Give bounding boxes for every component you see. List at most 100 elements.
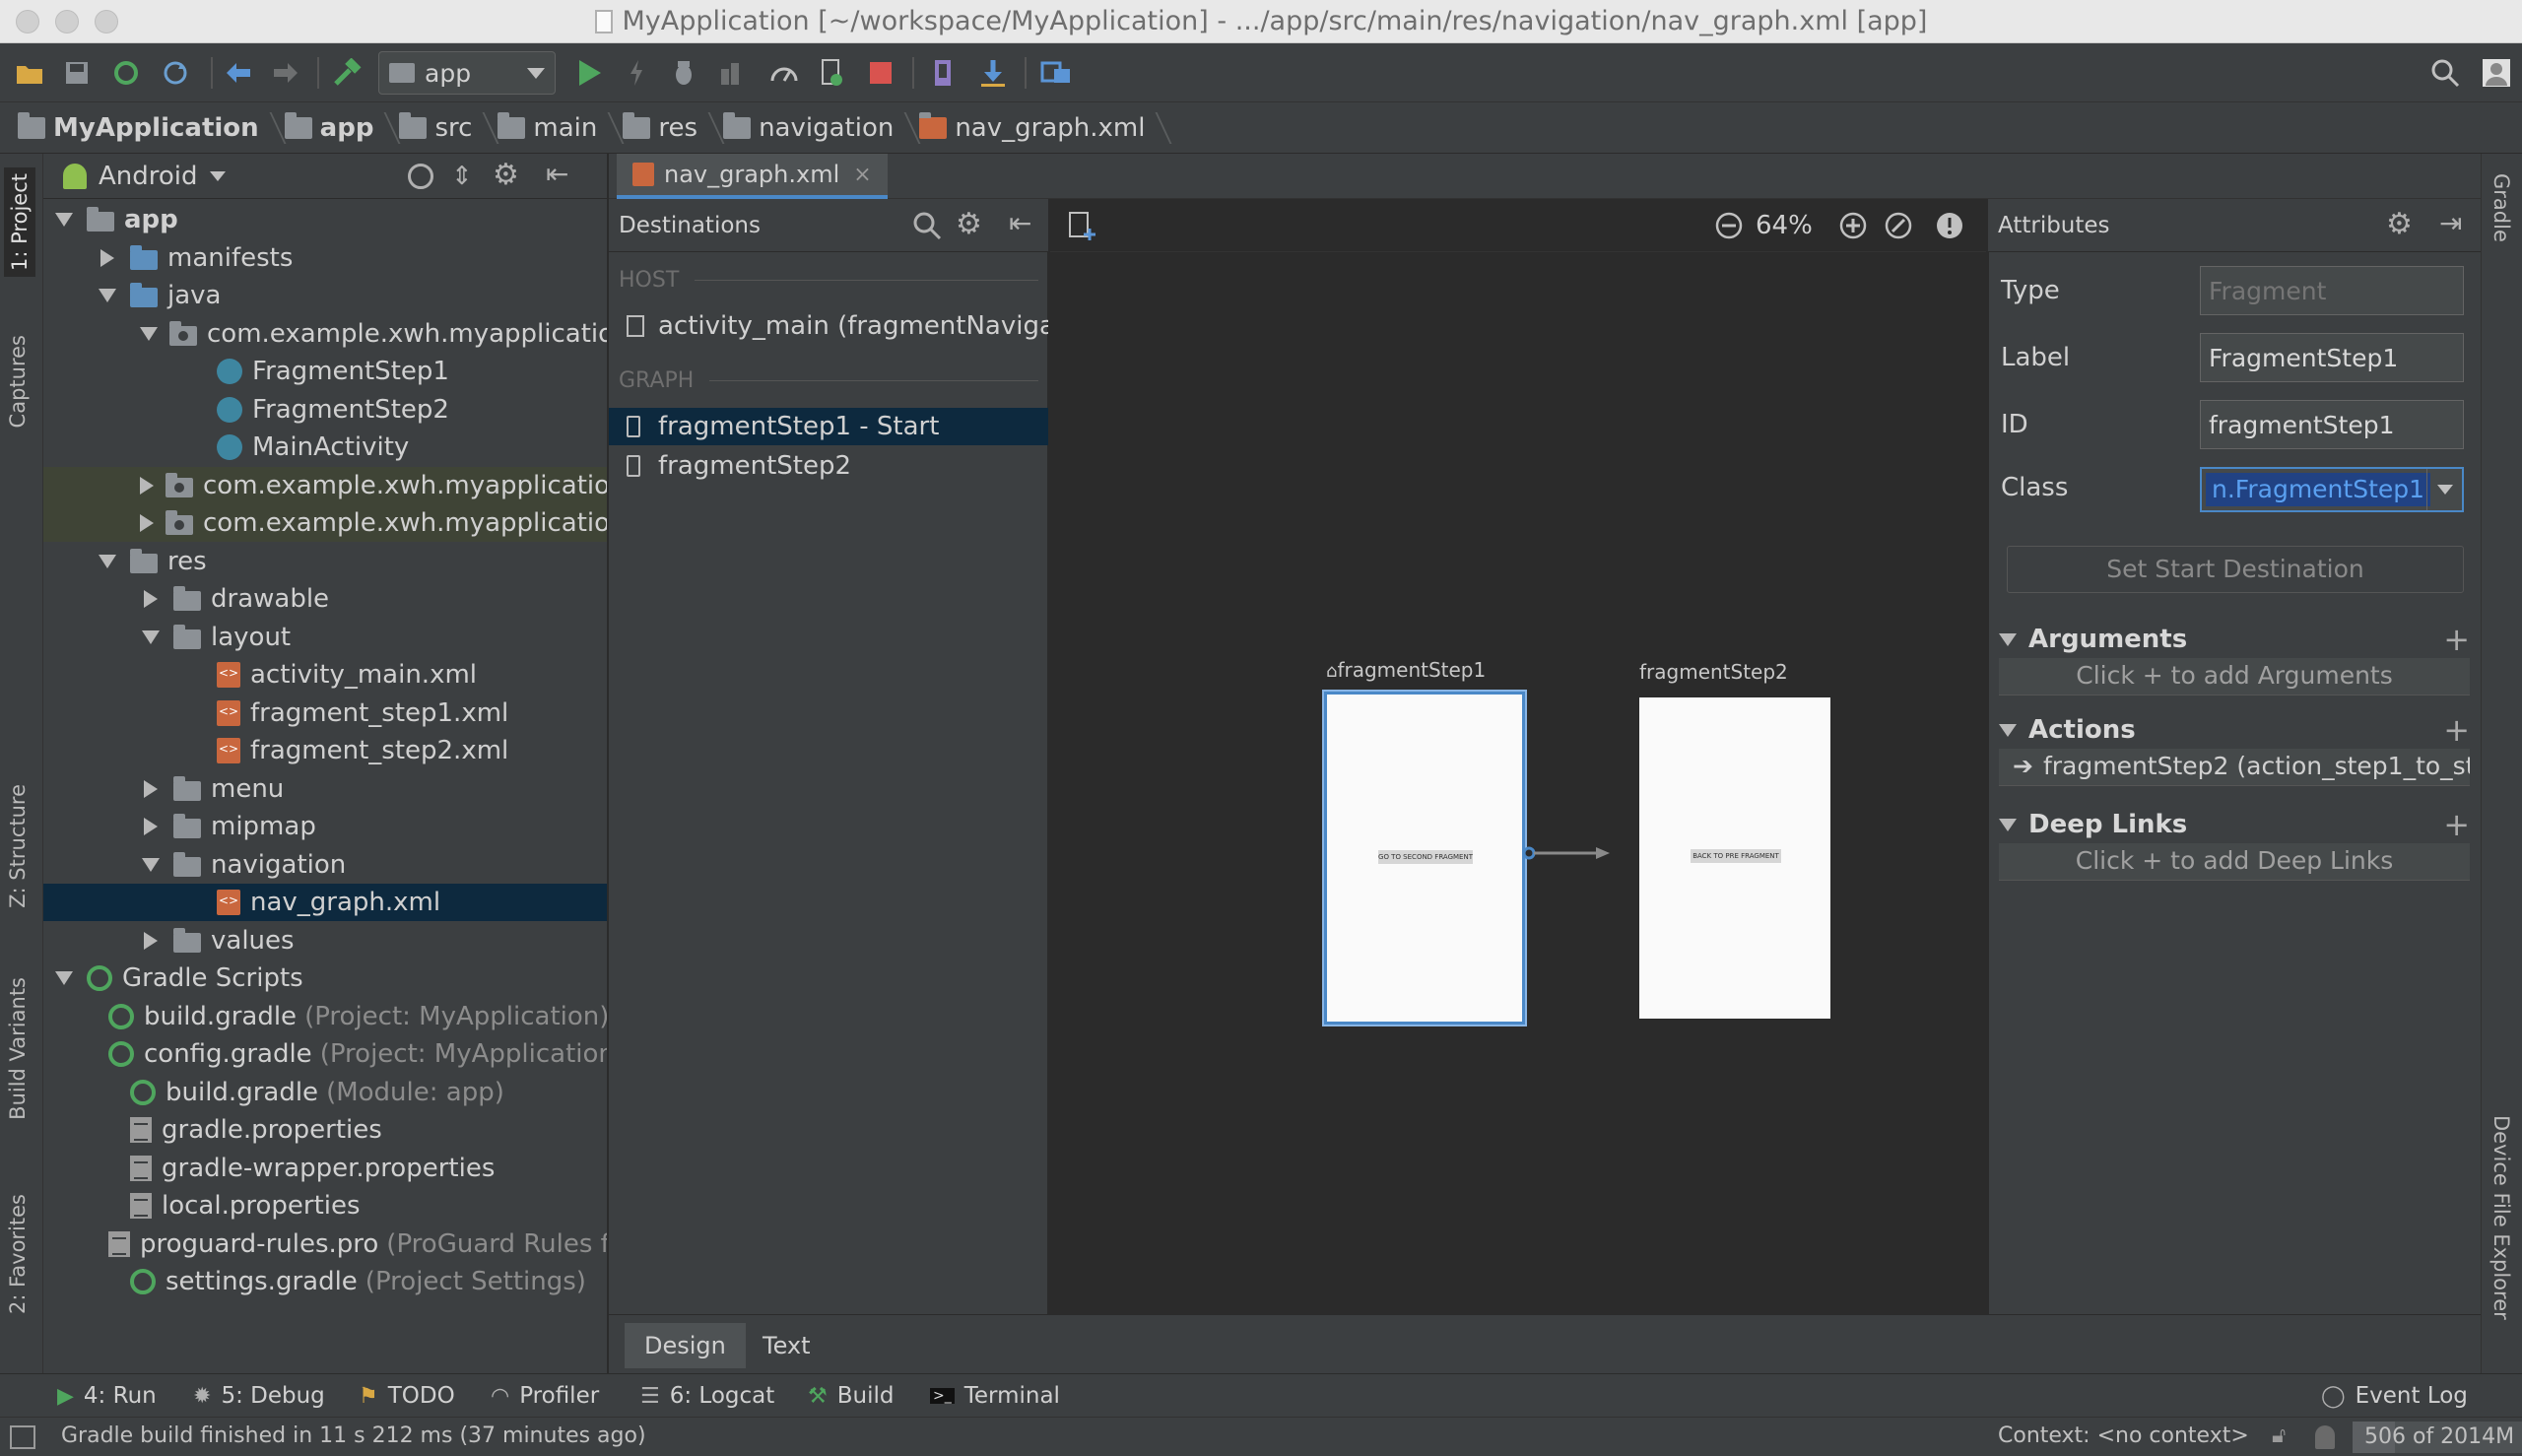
project-view-selector[interactable]: Android xyxy=(99,162,198,191)
chevron-down-icon[interactable] xyxy=(140,854,162,876)
tab-favorites[interactable]: 2: Favorites xyxy=(6,1194,30,1314)
tab-structure[interactable]: Z: Structure xyxy=(6,784,30,908)
chevron-right-icon[interactable] xyxy=(140,816,162,837)
tool-build[interactable]: ⚒ Build xyxy=(808,1380,894,1412)
sync-icon[interactable] xyxy=(108,55,144,91)
new-destination-icon[interactable] xyxy=(1068,211,1097,249)
actions-section[interactable]: Actions + xyxy=(1999,711,2470,749)
coverage-icon[interactable] xyxy=(713,55,749,91)
add-deep-link-icon[interactable]: + xyxy=(2443,806,2470,843)
tree-item[interactable]: settings.gradle (Project Settings) xyxy=(43,1263,607,1300)
zoom-out-icon[interactable] xyxy=(1714,211,1744,247)
breadcrumb-item-app[interactable]: app xyxy=(284,102,400,154)
chevron-down-icon[interactable] xyxy=(140,323,158,345)
settings-gear-icon[interactable]: ⚙ xyxy=(2386,207,2413,241)
chevron-right-icon[interactable] xyxy=(97,247,118,269)
add-action-icon[interactable]: + xyxy=(2443,711,2470,749)
hide-panel-icon[interactable]: ⇤ xyxy=(546,158,568,190)
tree-item[interactable]: activity_main.xml xyxy=(43,656,607,694)
settings-gear-icon[interactable]: ⚙ xyxy=(956,207,982,241)
chevron-down-icon[interactable] xyxy=(140,627,162,648)
tree-item[interactable]: nav_graph.xml xyxy=(43,884,607,921)
lock-icon[interactable]: 🔓︎ xyxy=(2272,1423,2286,1448)
tree-item[interactable]: app xyxy=(43,201,607,238)
set-start-destination-button[interactable]: Set Start Destination xyxy=(2007,546,2464,593)
destination-item-fragmentstep2[interactable]: fragmentStep2 xyxy=(609,447,1048,485)
chevron-right-icon[interactable] xyxy=(140,588,162,610)
device-mirror-icon[interactable] xyxy=(1038,55,1074,91)
tree-item[interactable]: fragment_step2.xml xyxy=(43,732,607,769)
chevron-right-icon[interactable] xyxy=(140,930,162,952)
hide-panel-icon[interactable]: ⇤ xyxy=(1009,207,1031,239)
avd-manager-icon[interactable] xyxy=(926,55,962,91)
attach-debugger-icon[interactable] xyxy=(814,55,849,91)
tool-run[interactable]: ▶ 4: Run xyxy=(57,1380,157,1412)
open-folder-icon[interactable] xyxy=(12,55,47,91)
tree-item[interactable]: mipmap xyxy=(43,808,607,845)
build-hammer-icon[interactable] xyxy=(329,55,365,91)
action-arrow[interactable] xyxy=(1523,843,1612,863)
save-icon[interactable] xyxy=(59,55,95,91)
run-configuration-select[interactable]: app xyxy=(378,51,556,95)
chevron-right-icon[interactable] xyxy=(140,512,154,534)
chevron-down-icon[interactable] xyxy=(97,551,118,572)
user-account-icon[interactable] xyxy=(2479,55,2514,91)
tab-build-variants[interactable]: Build Variants xyxy=(6,977,30,1120)
inspector-icon[interactable] xyxy=(2315,1425,2335,1449)
tree-item[interactable]: fragment_step1.xml xyxy=(43,695,607,732)
tree-item[interactable]: gradle.properties xyxy=(43,1111,607,1149)
toggle-tool-windows-icon[interactable] xyxy=(10,1425,35,1449)
tree-item[interactable]: FragmentStep2 xyxy=(43,391,607,429)
fragment-step2-preview[interactable]: BACK TO PRE FRAGMENT xyxy=(1639,697,1830,1019)
tab-text[interactable]: Text xyxy=(743,1323,830,1368)
memory-indicator[interactable]: 506 of 2014M xyxy=(2353,1422,2522,1453)
tool-todo[interactable]: ⚑ TODO xyxy=(359,1380,455,1412)
tool-debug[interactable]: ✹ 5: Debug xyxy=(193,1380,325,1412)
collapse-all-icon[interactable]: ⇕ xyxy=(451,162,473,191)
tree-item[interactable]: values xyxy=(43,922,607,960)
host-item[interactable]: activity_main (fragmentNavigatic xyxy=(609,307,1048,345)
search-icon[interactable] xyxy=(2427,55,2463,91)
tree-item[interactable]: gradle-wrapper.properties xyxy=(43,1150,607,1187)
navigation-graph-canvas[interactable]: ⌂fragmentStep1 GO TO SECOND FRAGMENT fra… xyxy=(1050,252,1986,1314)
tree-item[interactable]: com.example.xwh.myapplication(t xyxy=(43,504,607,542)
sdk-manager-icon[interactable] xyxy=(975,55,1011,91)
debug-icon[interactable] xyxy=(666,55,701,91)
breadcrumb-item-res[interactable]: res xyxy=(623,102,723,154)
locate-icon[interactable] xyxy=(408,164,433,189)
tree-item[interactable]: MainActivity xyxy=(43,429,607,466)
warning-icon[interactable] xyxy=(1935,211,1964,247)
type-field[interactable] xyxy=(2200,266,2464,315)
forward-arrow-icon[interactable] xyxy=(268,55,303,91)
tab-design[interactable]: Design xyxy=(625,1323,746,1368)
close-tab-icon[interactable]: × xyxy=(853,163,871,187)
tree-item[interactable]: build.gradle (Project: MyApplication) xyxy=(43,998,607,1035)
stop-icon[interactable] xyxy=(863,55,898,91)
chevron-down-icon[interactable] xyxy=(53,967,75,989)
chevron-down-icon[interactable] xyxy=(209,170,226,181)
back-arrow-icon[interactable] xyxy=(221,55,256,91)
tool-profiler[interactable]: ◠ Profiler xyxy=(491,1380,599,1412)
destination-item-fragmentstep1[interactable]: fragmentStep1 - Start xyxy=(609,408,1048,445)
arguments-section[interactable]: Arguments + xyxy=(1999,621,2470,658)
refresh-icon[interactable] xyxy=(158,55,193,91)
fragment-step1-preview[interactable]: GO TO SECOND FRAGMENT xyxy=(1324,692,1525,1025)
breadcrumb-item-myapplication[interactable]: MyApplication xyxy=(18,102,285,154)
breadcrumb-item-navigation[interactable]: navigation xyxy=(723,102,919,154)
tree-item[interactable]: config.gradle (Project: MyApplication) xyxy=(43,1035,607,1073)
breadcrumb-item-main[interactable]: main xyxy=(498,102,623,154)
breadcrumb-item-nav-graph[interactable]: nav_graph.xml xyxy=(919,102,1170,154)
apply-changes-icon[interactable] xyxy=(619,55,654,91)
tree-item[interactable]: local.properties xyxy=(43,1187,607,1224)
tab-captures[interactable]: Captures xyxy=(6,335,30,428)
tab-gradle[interactable]: Gradle xyxy=(2489,173,2513,242)
tree-item[interactable]: java xyxy=(43,277,607,314)
tree-item[interactable]: res xyxy=(43,543,607,580)
zoom-in-icon[interactable] xyxy=(1838,211,1868,247)
run-icon[interactable] xyxy=(571,55,607,91)
chevron-right-icon[interactable] xyxy=(140,778,162,800)
tree-item[interactable]: drawable xyxy=(43,580,607,618)
tree-item[interactable]: manifests xyxy=(43,239,607,277)
settings-gear-icon[interactable]: ⚙ xyxy=(493,158,519,192)
status-context[interactable]: Context: <no context> xyxy=(1998,1423,2249,1448)
